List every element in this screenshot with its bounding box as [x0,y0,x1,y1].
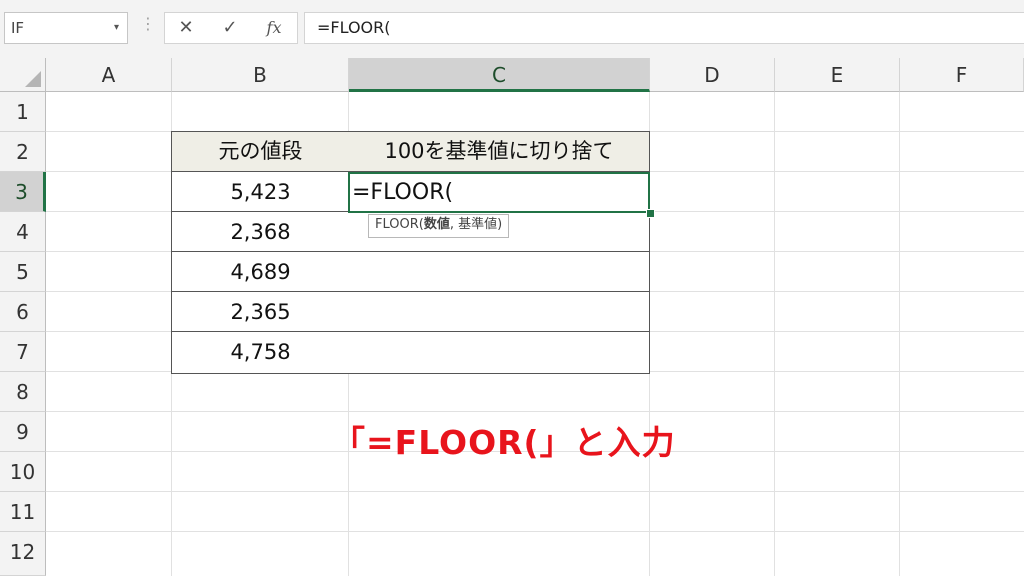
tooltip-current-argument[interactable]: 数値 [424,217,450,232]
fill-handle[interactable] [646,209,655,218]
insert-function-icon[interactable]: fx [259,13,289,43]
row-header-6[interactable]: 6 [0,292,46,332]
gridline [46,491,1024,492]
drag-handle-icon[interactable]: ⋮ [140,14,156,33]
row-header-7[interactable]: 7 [0,332,46,372]
cell-c6[interactable] [349,292,650,332]
row-header-12[interactable]: 12 [0,532,46,576]
select-all-triangle-icon [25,71,41,87]
column-header-f[interactable]: F [900,58,1024,92]
cell-b4[interactable]: 2,368 [171,212,350,252]
column-header-e[interactable]: E [775,58,900,92]
column-header-b[interactable]: B [172,58,349,92]
formula-buttons: ✕ ✓ fx [164,12,298,44]
column-header-d[interactable]: D [650,58,775,92]
row-header-5[interactable]: 5 [0,252,46,292]
column-header-c[interactable]: C [349,58,650,92]
cell-c5[interactable] [349,252,650,292]
gridline [46,531,1024,532]
tooltip-remaining-arguments: , 基準値) [449,217,503,232]
cell-b2-header[interactable]: 元の値段 [171,131,350,172]
row-header-1[interactable]: 1 [0,92,46,132]
row-header-11[interactable]: 11 [0,492,46,532]
cell-c7[interactable] [349,332,650,374]
gridline [774,92,775,576]
cell-c2-header[interactable]: 100を基準値に切り捨て [349,131,650,172]
column-header-a[interactable]: A [46,58,172,92]
row-header-2[interactable]: 2 [0,132,46,172]
gridline [899,92,900,576]
name-box[interactable]: IF ▾ [4,12,128,44]
row-header-8[interactable]: 8 [0,372,46,412]
check-icon[interactable]: ✓ [215,13,245,43]
row-header-3[interactable]: 3 [0,172,46,212]
gridline [46,411,1024,412]
cancel-icon[interactable]: ✕ [171,13,201,43]
select-all-button[interactable] [0,58,46,92]
cell-b5[interactable]: 4,689 [171,252,350,292]
instruction-annotation: 「=FLOOR(」と入力 [332,423,676,462]
name-box-value: IF [11,19,25,37]
function-tooltip: FLOOR(数値, 基準値) [368,214,510,238]
cell-b7[interactable]: 4,758 [171,332,350,374]
tooltip-function-name[interactable]: FLOOR( [375,217,424,232]
active-cell-c3[interactable]: =FLOOR( [348,172,650,213]
formula-input[interactable]: =FLOOR( [304,12,1024,44]
formula-bar: IF ▾ ⋮ ✕ ✓ fx =FLOOR( [0,0,1024,58]
cell-b3[interactable]: 5,423 [171,172,350,212]
row-header-9[interactable]: 9 [0,412,46,452]
row-header-10[interactable]: 10 [0,452,46,492]
row-header-4[interactable]: 4 [0,212,46,252]
chevron-down-icon[interactable]: ▾ [114,13,119,43]
cell-b6[interactable]: 2,365 [171,292,350,332]
